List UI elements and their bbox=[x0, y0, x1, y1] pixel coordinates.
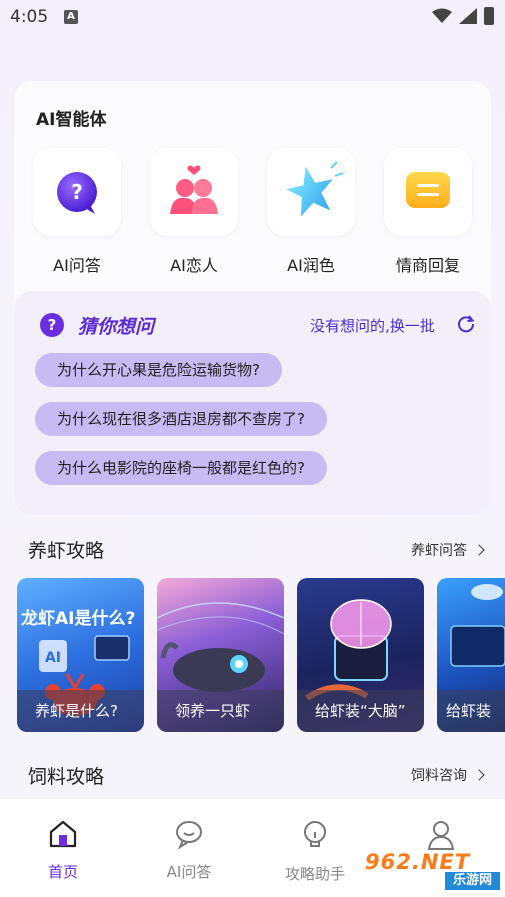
agent-ai-lover[interactable]: AI恋人 bbox=[149, 148, 239, 276]
ai-agents-title: AI智能体 bbox=[36, 110, 107, 130]
couple-icon bbox=[150, 148, 238, 236]
tab-ai-qa[interactable]: AI问答 bbox=[139, 819, 239, 882]
swap-button[interactable]: 没有想问的,换一批 bbox=[310, 315, 435, 336]
person-icon bbox=[427, 821, 455, 850]
refresh-icon[interactable] bbox=[456, 314, 476, 334]
shrimp-card-1[interactable]: 龙虾AI是什么? AI 养虾是什么? bbox=[17, 578, 144, 732]
agent-ai-polish[interactable]: AI润色 bbox=[266, 148, 356, 276]
notification-icon: A bbox=[64, 10, 78, 24]
shrimp-card-2[interactable]: 领养一只虾 bbox=[157, 578, 284, 732]
tab-label: AI问答 bbox=[166, 863, 212, 881]
card-caption: 给虾装 bbox=[437, 690, 505, 732]
shrimp-section-title: 养虾攻略 bbox=[28, 540, 105, 562]
lightbulb-icon bbox=[304, 821, 326, 847]
agent-label: AI问答 bbox=[53, 256, 101, 275]
home-icon bbox=[49, 820, 77, 848]
signal-icon bbox=[459, 8, 477, 24]
agent-label: AI恋人 bbox=[170, 256, 218, 275]
svg-text:?: ? bbox=[71, 180, 83, 204]
agent-label: AI润色 bbox=[287, 256, 335, 275]
star-icon bbox=[267, 148, 355, 236]
tab-guide-assistant[interactable]: 攻略助手 bbox=[265, 819, 365, 884]
agent-eq-reply[interactable]: 情商回复 bbox=[383, 148, 473, 276]
watermark-sub: 乐游网 bbox=[445, 872, 500, 890]
tab-home[interactable]: 首页 bbox=[13, 819, 113, 882]
card-caption: 养虾是什么? bbox=[17, 690, 144, 732]
chat-icon bbox=[176, 821, 202, 850]
suggested-question[interactable]: 为什么开心果是危险运输货物? bbox=[35, 353, 282, 387]
guess-panel: ? 猜你想问 没有想问的,换一批 为什么开心果是危险运输货物? 为什么现在很多酒… bbox=[14, 291, 491, 515]
shrimp-card-4[interactable]: 给虾装 bbox=[437, 578, 505, 732]
status-bar: 4:05 A bbox=[0, 0, 505, 34]
wifi-icon bbox=[432, 8, 452, 23]
agent-label: 情商回复 bbox=[395, 256, 460, 275]
ai-agents-card: AI智能体 ? AI问答 AI恋人 AI润色 情商回复 ? 猜你想问 没有想问的… bbox=[14, 81, 491, 515]
status-time: 4:05 bbox=[10, 7, 49, 27]
card-caption: 领养一只虾 bbox=[157, 690, 284, 732]
feed-section-title: 饲料攻略 bbox=[28, 766, 105, 788]
svg-text:AI: AI bbox=[45, 650, 61, 666]
shrimp-card-3[interactable]: 给虾装“大脑” bbox=[297, 578, 424, 732]
chevron-right-icon bbox=[473, 544, 485, 556]
question-bubble-icon: ? bbox=[33, 148, 121, 236]
watermark-brand: 962.NET bbox=[365, 850, 471, 874]
battery-icon bbox=[484, 7, 494, 25]
shrimp-more-label: 养虾问答 bbox=[411, 543, 467, 559]
shrimp-more-link[interactable]: 养虾问答 bbox=[411, 540, 485, 560]
feed-more-link[interactable]: 饲料咨询 bbox=[411, 765, 485, 785]
suggested-question[interactable]: 为什么电影院的座椅一般都是红色的? bbox=[35, 451, 327, 485]
question-icon: ? bbox=[40, 313, 64, 337]
tab-label: 攻略助手 bbox=[284, 865, 345, 883]
chat-lines-icon bbox=[384, 148, 472, 236]
feed-more-label: 饲料咨询 bbox=[411, 768, 467, 784]
suggested-question[interactable]: 为什么现在很多酒店退房都不查房了? bbox=[35, 402, 327, 436]
card-caption: 给虾装“大脑” bbox=[297, 690, 424, 732]
watermark-logo: 962.NET 乐游网 bbox=[365, 850, 500, 892]
chevron-right-icon bbox=[473, 769, 485, 781]
agent-ai-qa[interactable]: ? AI问答 bbox=[32, 148, 122, 276]
tab-label: 首页 bbox=[47, 863, 78, 881]
guess-title: 猜你想问 bbox=[78, 316, 155, 338]
